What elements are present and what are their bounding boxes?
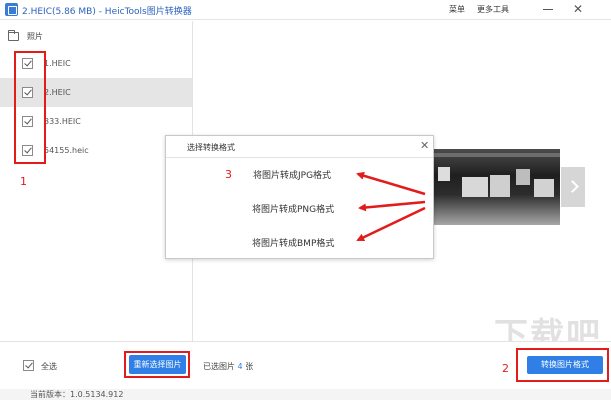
preview-detail (534, 179, 554, 197)
dialog-close-icon[interactable]: ✕ (420, 139, 429, 152)
annotation-box-reselect (124, 351, 190, 378)
select-all-checkbox[interactable] (23, 360, 34, 371)
annotation-step-2: 2 (502, 362, 509, 375)
next-image-chevron-right-icon[interactable] (561, 167, 585, 207)
folder-label: 照片 (27, 32, 43, 41)
annotation-box-checkboxes (14, 51, 46, 164)
preview-detail (490, 175, 510, 197)
minimize-icon[interactable] (543, 9, 553, 10)
image-preview (432, 149, 560, 225)
preview-detail (516, 169, 530, 185)
file-name: 2.HEIC (44, 88, 71, 97)
window-title: 2.HEIC(5.86 MB) - HeicTools图片转换器 (22, 7, 192, 17)
dialog-title: 选择转换格式 (187, 143, 235, 152)
folder-icon (8, 30, 19, 41)
preview-detail (462, 177, 488, 197)
title-bar: 2.HEIC(5.86 MB) - HeicTools图片转换器 菜单 更多工具… (0, 0, 611, 20)
dialog-header: 选择转换格式 ✕ (166, 136, 433, 158)
option-jpg[interactable]: 将图片转成JPG格式 (253, 168, 331, 181)
option-png[interactable]: 将图片转成PNG格式 (252, 202, 334, 215)
annotation-step-1: 1 (20, 175, 27, 188)
selected-count-text: 已选图片 4 张 (203, 361, 253, 372)
preview-detail (432, 153, 560, 157)
format-dialog: 选择转换格式 ✕ 3 将图片转成JPG格式 将图片转成PNG格式 将图片转成BM… (165, 135, 434, 259)
file-name: 54155.heic (44, 146, 89, 155)
option-bmp[interactable]: 将图片转成BMP格式 (252, 236, 334, 249)
app-logo-icon (5, 3, 18, 16)
file-name: 333.HEIC (44, 117, 81, 126)
selected-suffix: 张 (245, 362, 254, 371)
menu-button[interactable]: 菜单 (449, 4, 465, 15)
more-tools-button[interactable]: 更多工具 (477, 4, 509, 15)
select-all-label: 全选 (41, 362, 57, 371)
close-icon[interactable]: ✕ (572, 2, 584, 16)
file-name: 1.HEIC (44, 59, 71, 68)
annotation-step-3: 3 (225, 168, 232, 181)
selected-prefix: 已选图片 (203, 362, 235, 371)
annotation-box-convert (516, 348, 609, 382)
preview-detail (438, 167, 450, 181)
version-text: 当前版本：1.0.5134.912 (30, 390, 124, 399)
selected-count: 4 (237, 362, 243, 371)
